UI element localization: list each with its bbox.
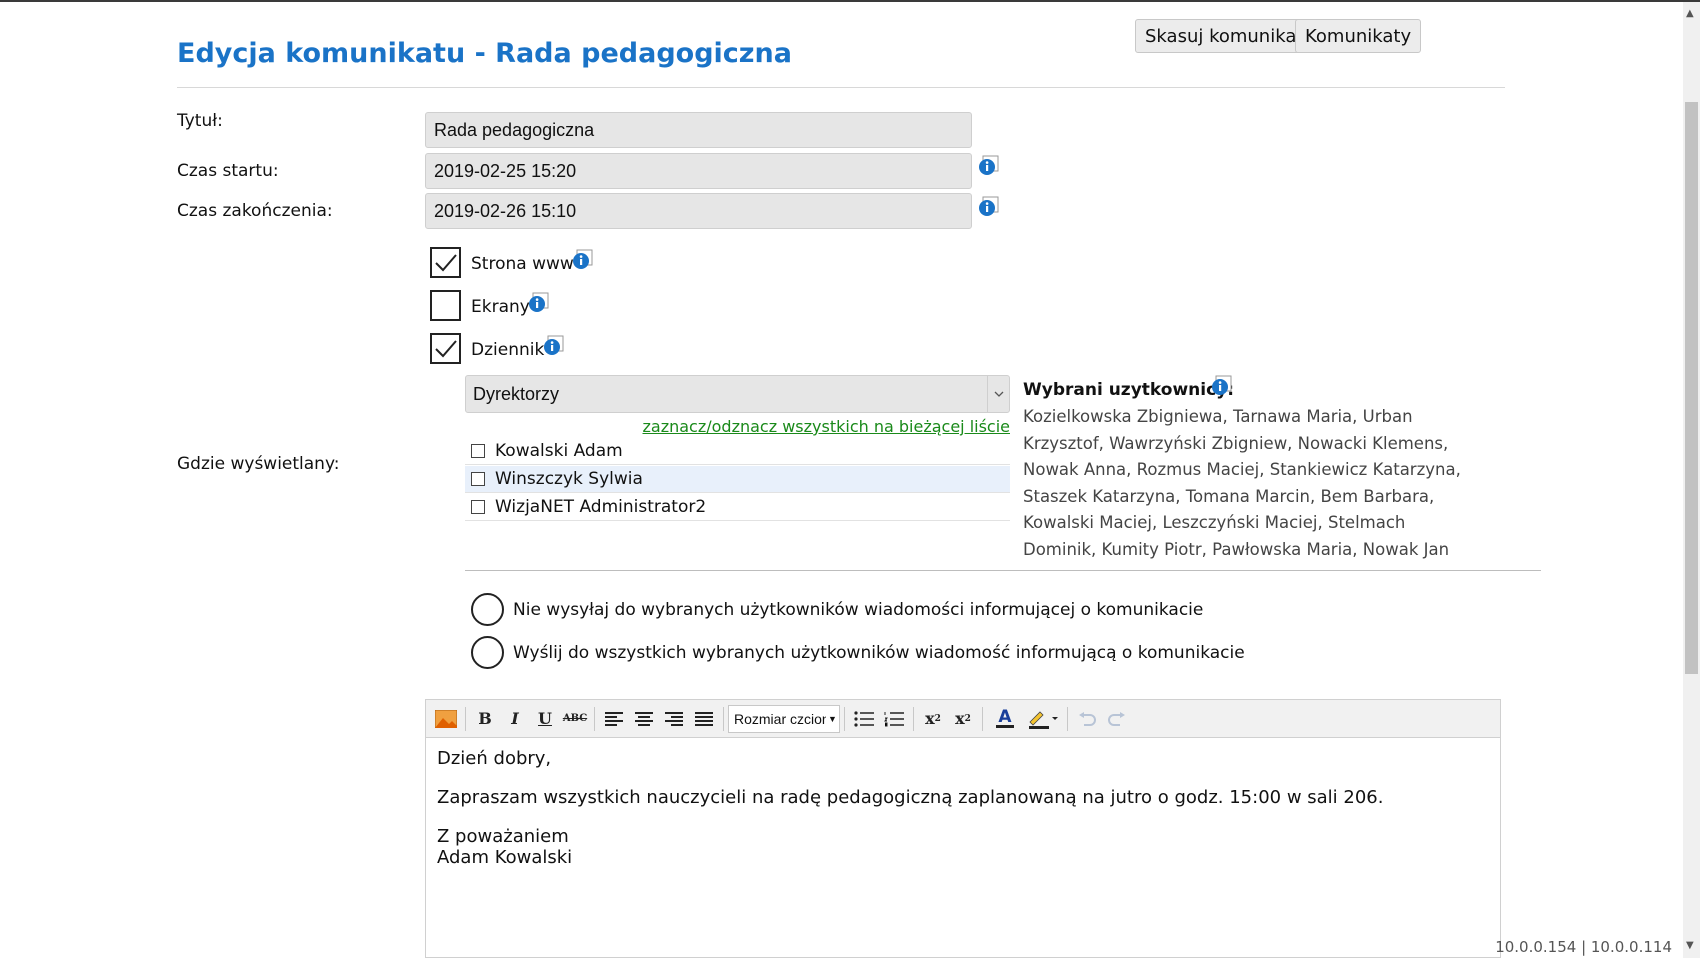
toolbar-separator xyxy=(982,706,983,731)
align-justify-icon[interactable] xyxy=(689,705,719,733)
user-name: Kowalski Adam xyxy=(495,441,623,461)
toolbar-separator xyxy=(594,706,595,731)
notify-all-radio[interactable] xyxy=(471,636,504,669)
editor-content[interactable]: Dzień dobry, Zapraszam wszystkich nauczy… xyxy=(426,738,1500,878)
info-icon[interactable] xyxy=(572,249,594,271)
subscript-button[interactable]: x2 xyxy=(918,705,948,733)
toolbar-separator xyxy=(723,706,724,731)
notify-all-label: Wyślij do wszystkich wybranych użytkowni… xyxy=(513,643,1245,663)
info-icon[interactable] xyxy=(543,335,565,357)
editor-toolbar: B I U ABC Rozmiar czcionki ▼ x2 x 2 A xyxy=(426,700,1500,738)
superscript-button[interactable]: x2 xyxy=(948,705,978,733)
italic-button[interactable]: I xyxy=(500,705,530,733)
font-size-select[interactable]: Rozmiar czcionki ▼ xyxy=(728,704,840,733)
section-divider xyxy=(465,570,1541,571)
info-icon[interactable] xyxy=(978,196,1000,218)
font-color-label: A xyxy=(998,707,1012,727)
checkmark-icon xyxy=(434,253,457,271)
channel-screens-label: Ekrany xyxy=(471,297,530,317)
start-time-input[interactable]: 2019-02-25 15:20 xyxy=(425,153,972,189)
numbered-list-icon[interactable] xyxy=(879,705,909,733)
redo-icon[interactable] xyxy=(1102,705,1132,733)
user-checkbox[interactable] xyxy=(471,444,485,458)
chevron-down-icon: ▼ xyxy=(826,705,839,732)
scroll-up-icon[interactable]: ▲ xyxy=(1686,8,1694,19)
editor-signature-line: Z poważaniem xyxy=(437,826,569,847)
align-center-icon[interactable] xyxy=(629,705,659,733)
user-checkbox[interactable] xyxy=(471,500,485,514)
underline-button[interactable]: U xyxy=(530,705,560,733)
notify-none-radio[interactable] xyxy=(471,593,504,626)
user-checkbox[interactable] xyxy=(471,472,485,486)
toolbar-separator xyxy=(844,706,845,731)
header-divider xyxy=(177,87,1505,88)
notify-none-label: Nie wysyłaj do wybranych użytkowników wi… xyxy=(513,600,1204,620)
scrollbar-thumb[interactable] xyxy=(1685,102,1698,674)
page-title: Edycja komunikatu - Rada pedagogiczna xyxy=(177,38,792,69)
channel-www-checkbox[interactable] xyxy=(430,247,461,278)
font-color-button[interactable]: A xyxy=(987,705,1023,733)
start-time-label: Czas startu: xyxy=(177,161,279,181)
subscript-label: x xyxy=(925,709,935,728)
align-left-icon[interactable] xyxy=(599,705,629,733)
channel-screens-checkbox[interactable] xyxy=(430,290,461,321)
user-list-item[interactable]: Kowalski Adam xyxy=(465,438,1010,465)
user-name: WizjaNET Administrator2 xyxy=(495,497,707,517)
selected-users-title: Wybrani uzytkownicy: xyxy=(1023,380,1235,400)
group-select-value: Dyrektorzy xyxy=(473,383,560,404)
footer-ip: 10.0.0.154 | 10.0.0.114 xyxy=(1495,938,1672,956)
end-time-input[interactable]: 2019-02-26 15:10 xyxy=(425,193,972,229)
title-label: Tytuł: xyxy=(177,111,223,131)
image-icon[interactable] xyxy=(431,705,461,733)
user-name: Winszczyk Sylwia xyxy=(495,469,643,489)
scroll-down-icon[interactable]: ▼ xyxy=(1686,940,1694,951)
group-select[interactable]: Dyrektorzy xyxy=(465,375,1010,413)
editor-paragraph: Dzień dobry, xyxy=(437,748,552,769)
end-time-label: Czas zakończenia: xyxy=(177,201,333,221)
where-displayed-label: Gdzie wyświetlany: xyxy=(177,454,340,474)
strikethrough-button[interactable]: ABC xyxy=(560,705,590,733)
toolbar-separator xyxy=(1067,706,1068,731)
channel-journal-label: Dziennik xyxy=(471,340,545,360)
selected-users-list: Kozielkowska Zbigniewa, Tarnawa Maria, U… xyxy=(1023,407,1461,559)
title-input[interactable]: Rada pedagogiczna xyxy=(425,112,972,148)
highlight-color-icon[interactable] xyxy=(1023,705,1063,733)
toggle-all-link[interactable]: zaznacz/odznacz wszystkich na bieżącej l… xyxy=(643,417,1011,436)
bullet-list-icon[interactable] xyxy=(849,705,879,733)
editor-signature-line: Adam Kowalski xyxy=(437,847,573,868)
toolbar-separator xyxy=(465,706,466,731)
messages-button[interactable]: Komunikaty xyxy=(1295,19,1422,53)
checkmark-icon xyxy=(434,339,457,357)
info-icon[interactable] xyxy=(978,155,1000,177)
channel-journal-checkbox[interactable] xyxy=(430,333,461,364)
editor-paragraph: Zapraszam wszystkich nauczycieli na radę… xyxy=(437,787,1384,808)
chevron-down-icon xyxy=(987,376,1009,412)
channel-www-label: Strona www xyxy=(471,254,574,274)
font-size-select-value: Rozmiar czcionki xyxy=(734,710,840,727)
info-icon[interactable] xyxy=(528,292,550,314)
user-list-item[interactable]: Winszczyk Sylwia xyxy=(465,466,1010,493)
rich-text-editor[interactable]: B I U ABC Rozmiar czcionki ▼ x2 x 2 A Dz… xyxy=(425,699,1501,958)
user-list-item[interactable]: WizjaNET Administrator2 xyxy=(465,494,1010,521)
bold-button[interactable]: B xyxy=(470,705,500,733)
superscript-label: x xyxy=(955,709,965,728)
delete-message-button[interactable]: Skasuj komunikat xyxy=(1135,19,1314,53)
info-icon[interactable] xyxy=(1211,375,1233,397)
undo-icon[interactable] xyxy=(1072,705,1102,733)
align-right-icon[interactable] xyxy=(659,705,689,733)
toolbar-separator xyxy=(913,706,914,731)
